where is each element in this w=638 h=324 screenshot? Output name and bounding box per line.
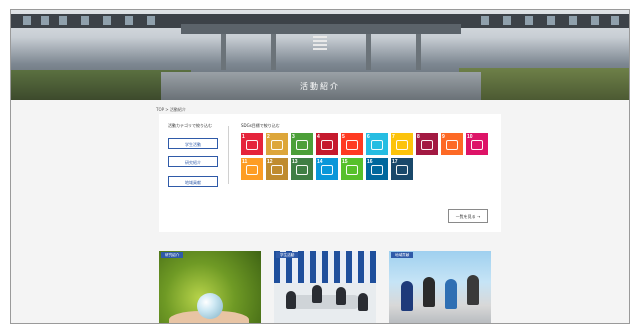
- sdg-goal-icon: [396, 140, 408, 150]
- sdg-goal-icon: [471, 140, 483, 150]
- category-badge: 学生活動: [276, 252, 299, 258]
- entrance-roof: [181, 24, 461, 34]
- sdg-goal-number: 2: [267, 134, 270, 140]
- sdg-goal-icon: [296, 140, 308, 150]
- divider: [228, 126, 229, 184]
- sdg-goal-icon: [346, 165, 358, 175]
- sdg-goal-icon: [321, 165, 333, 175]
- category-button[interactable]: 学生活動: [168, 138, 218, 149]
- sdg-goal-icon: [396, 165, 408, 175]
- sdgs-filter-title: SDGs目標で絞り込む: [241, 123, 280, 128]
- sdg-goal-icon: [371, 140, 383, 150]
- sdg-goal-icon: [271, 165, 283, 175]
- sdg-goal-number: 8: [417, 134, 420, 140]
- sdg-goal-icon: [446, 140, 458, 150]
- sdg-goal-12-tile[interactable]: 12: [266, 158, 288, 180]
- sdg-goal-number: 6: [367, 134, 370, 140]
- sdg-goal-icon: [346, 140, 358, 150]
- sdg-goal-icon: [246, 140, 258, 150]
- sdg-goal-16-tile[interactable]: 16: [366, 158, 388, 180]
- sdg-goal-9-tile[interactable]: 9: [441, 133, 463, 155]
- sdgs-goal-grid: 1 2 3 4 5 6 7 8 9 10 11 12 13 14 15 16 17: [241, 133, 488, 182]
- sdg-goal-number: 1: [242, 134, 245, 140]
- glass-globe-image: [197, 293, 223, 319]
- sdg-goal-5-tile[interactable]: 5: [341, 133, 363, 155]
- category-button[interactable]: 地域貢献: [168, 176, 218, 187]
- sdg-goal-8-tile[interactable]: 8: [416, 133, 438, 155]
- sdg-goal-number: 4: [317, 134, 320, 140]
- sdg-goal-11-tile[interactable]: 11: [241, 158, 263, 180]
- category-badge: 研究紹介: [161, 252, 184, 258]
- sdg-goal-10-tile[interactable]: 10: [466, 133, 488, 155]
- sdg-goal-14-tile[interactable]: 14: [316, 158, 338, 180]
- view-list-button[interactable]: 一覧を見る →: [448, 209, 488, 223]
- sdg-goal-number: 5: [342, 134, 345, 140]
- sdg-goal-number: 7: [392, 134, 395, 140]
- sdg-goal-15-tile[interactable]: 15: [341, 158, 363, 180]
- sdg-goal-4-tile[interactable]: 4: [316, 133, 338, 155]
- sdg-goal-number: 9: [442, 134, 445, 140]
- school-emblem-icon: [313, 34, 327, 52]
- browser-frame: 活動紹介 TOP > 活動紹介 活動カテゴリで絞り込む 学生活動 研究紹介 地域…: [10, 9, 630, 324]
- sdg-goal-2-tile[interactable]: 2: [266, 133, 288, 155]
- article-card-thumbnail[interactable]: 研究紹介: [159, 251, 261, 323]
- category-button[interactable]: 研究紹介: [168, 156, 218, 167]
- breadcrumb[interactable]: TOP > 活動紹介: [156, 107, 186, 113]
- page-title: 活動紹介: [300, 82, 340, 91]
- sdg-goal-17-tile[interactable]: 17: [391, 158, 413, 180]
- hero-banner: 活動紹介: [11, 10, 629, 100]
- sdg-goal-1-tile[interactable]: 1: [241, 133, 263, 155]
- sdg-goal-icon: [246, 165, 258, 175]
- sdg-goal-6-tile[interactable]: 6: [366, 133, 388, 155]
- sdg-goal-icon: [271, 140, 283, 150]
- sdg-goal-icon: [421, 140, 433, 150]
- sdg-goal-7-tile[interactable]: 7: [391, 133, 413, 155]
- sdg-goal-icon: [321, 140, 333, 150]
- article-card-thumbnail[interactable]: 学生活動: [274, 251, 376, 323]
- sdg-goal-number: 3: [292, 134, 295, 140]
- sdg-goal-13-tile[interactable]: 13: [291, 158, 313, 180]
- meeting-table-image: [290, 295, 360, 309]
- category-filter-title: 活動カテゴリで絞り込む: [168, 123, 212, 128]
- category-badge: 地域貢献: [391, 252, 414, 258]
- filter-panel: 活動カテゴリで絞り込む 学生活動 研究紹介 地域貢献 SDGs目標で絞り込む 1…: [159, 114, 501, 232]
- sdg-goal-icon: [296, 165, 308, 175]
- article-card-thumbnail[interactable]: 地域貢献: [389, 251, 491, 323]
- sdg-goal-3-tile[interactable]: 3: [291, 133, 313, 155]
- sdg-goal-icon: [371, 165, 383, 175]
